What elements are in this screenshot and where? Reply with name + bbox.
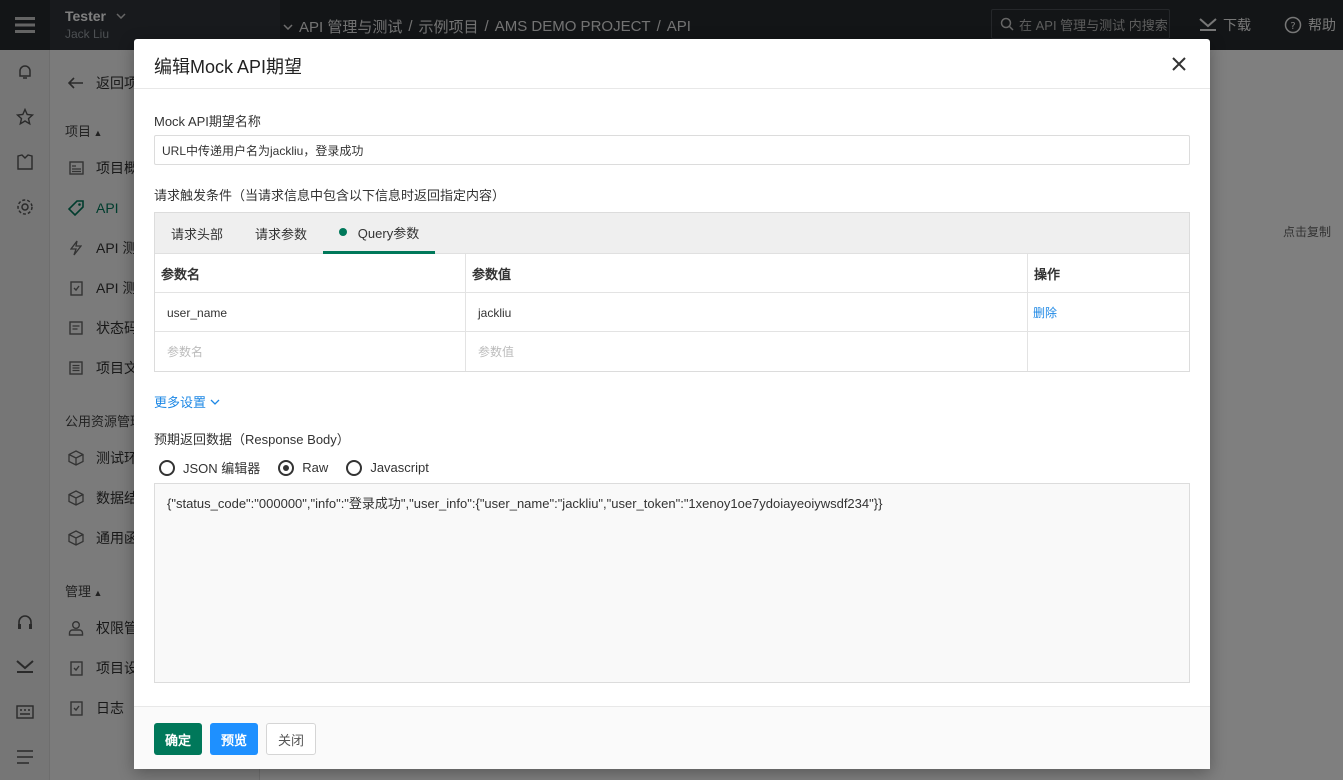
confirm-button[interactable]: 确定 <box>154 723 202 755</box>
column-header-name: 参数名 <box>155 254 466 293</box>
more-settings-toggle[interactable]: 更多设置 <box>154 392 220 411</box>
tab-label: 请求头部 <box>170 227 223 242</box>
table-header-row: 参数名 参数值 操作 <box>155 254 1189 293</box>
radio-raw[interactable]: Raw <box>278 459 329 476</box>
mock-name-input[interactable] <box>154 135 1190 165</box>
edit-mock-dialog: 编辑Mock API期望 Mock API期望名称 请求触发条件（当请求信息中包… <box>134 39 1210 769</box>
tab-query-params[interactable]: Query参数 <box>323 213 435 254</box>
more-settings-label: 更多设置 <box>154 395 207 410</box>
response-label: 预期返回数据（Response Body） <box>154 432 350 447</box>
dialog-footer: 确定 预览 关闭 <box>134 706 1210 769</box>
delete-link[interactable]: 删除 <box>1033 304 1057 321</box>
column-header-value: 参数值 <box>466 254 1028 293</box>
radio-circle-icon <box>159 459 175 476</box>
radio-label: Raw <box>302 460 329 475</box>
condition-panel: 请求头部 请求参数 Query参数 参数名 参数值 操作 user_name j… <box>154 212 1190 372</box>
action-cell: 删除 <box>1028 293 1189 332</box>
param-name-cell[interactable]: user_name <box>155 293 466 332</box>
radio-javascript[interactable]: Javascript <box>346 459 429 476</box>
radio-checked-icon <box>278 459 295 476</box>
radio-circle-icon <box>346 459 363 476</box>
tab-label: Query参数 <box>357 225 420 241</box>
tab-request-params[interactable]: 请求参数 <box>239 213 323 254</box>
new-param-value-input[interactable]: 参数值 <box>466 332 1028 371</box>
tab-label: 请求参数 <box>254 227 307 242</box>
condition-tabs: 请求头部 请求参数 Query参数 <box>155 213 1189 254</box>
active-dot-icon <box>338 228 347 236</box>
param-value-cell[interactable]: jackliu <box>466 293 1028 332</box>
mock-name-label: Mock API期望名称 <box>154 114 261 129</box>
preview-button[interactable]: 预览 <box>210 723 258 755</box>
dialog-header: 编辑Mock API期望 <box>134 39 1210 89</box>
radio-label: JSON 编辑器 <box>183 461 261 476</box>
close-icon[interactable] <box>1170 55 1188 73</box>
new-param-name-input[interactable]: 参数名 <box>155 332 466 371</box>
radio-json-editor[interactable]: JSON 编辑器 <box>159 458 260 477</box>
table-row-new: 参数名 参数值 <box>155 332 1189 371</box>
condition-label: 请求触发条件（当请求信息中包含以下信息时返回指定内容） <box>154 188 506 203</box>
table-row: user_name jackliu 删除 <box>155 293 1189 332</box>
response-body-editor[interactable] <box>154 483 1190 683</box>
chevron-down-icon <box>210 399 220 405</box>
response-mode-radios: JSON 编辑器 Raw Javascript <box>159 458 447 477</box>
close-button[interactable]: 关闭 <box>266 723 316 755</box>
column-header-action: 操作 <box>1034 267 1061 282</box>
tab-request-headers[interactable]: 请求头部 <box>155 213 239 254</box>
radio-label: Javascript <box>370 460 429 475</box>
dialog-title: 编辑Mock API期望 <box>154 57 303 77</box>
new-action-cell <box>1028 332 1189 371</box>
